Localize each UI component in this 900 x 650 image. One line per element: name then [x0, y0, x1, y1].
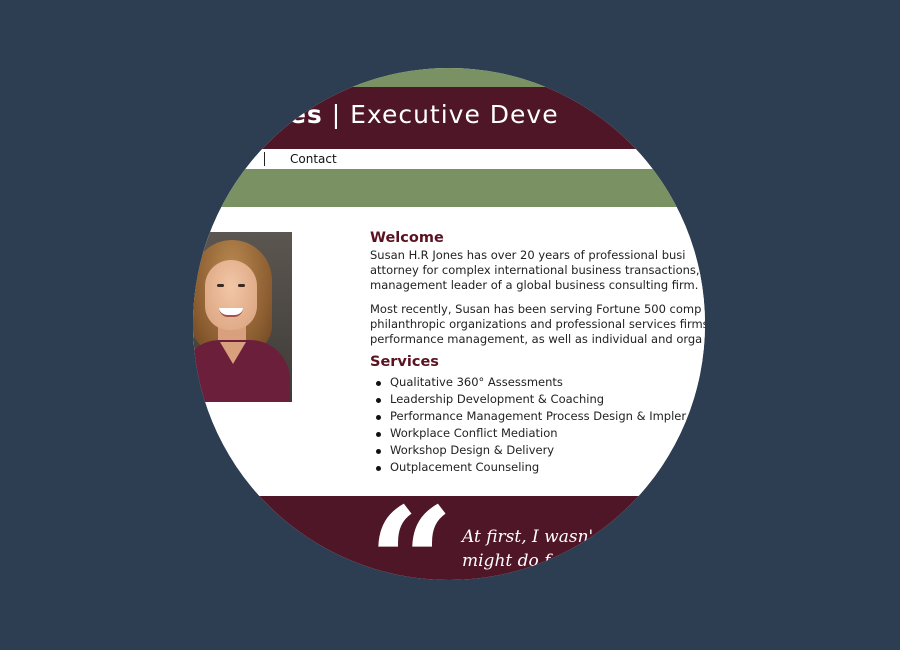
services-list: Qualitative 360° Assessments Leadership …: [376, 374, 686, 476]
welcome-paragraph-1: Susan H.R Jones has over 20 years of pro…: [370, 248, 700, 293]
welcome-p2-line: performance management, as well as indiv…: [370, 332, 703, 346]
site-title[interactable]: ones | Executive Deve: [252, 100, 559, 129]
top-accent-band: [193, 68, 705, 88]
magnifier-lens: ones | Executive Deve Contact Welcome Su…: [193, 68, 705, 580]
services-heading: Services: [370, 354, 439, 370]
welcome-p2-line: philanthropic organizations and professi…: [370, 317, 705, 331]
quote-mark-icon: “: [368, 475, 455, 580]
site-title-subtitle: Executive Deve: [350, 100, 559, 129]
green-banner: [193, 169, 705, 207]
welcome-paragraph-2: Most recently, Susan has been serving Fo…: [370, 302, 705, 347]
welcome-p1-line: Susan H.R Jones has over 20 years of pro…: [370, 248, 686, 262]
testimonial-line-1: At first, I wasn': [462, 527, 594, 547]
welcome-p1-line: management leader of a global business c…: [370, 278, 699, 292]
nav-separator: [264, 152, 265, 166]
welcome-heading: Welcome: [370, 230, 444, 246]
welcome-p2-line: Most recently, Susan has been serving Fo…: [370, 302, 702, 316]
site-title-name: ones: [252, 100, 323, 129]
list-item: Workshop Design & Delivery: [376, 442, 686, 459]
list-item: Outplacement Counseling: [376, 459, 686, 476]
list-item: Leadership Development & Coaching: [376, 391, 686, 408]
nav-link-contact[interactable]: Contact: [290, 152, 337, 166]
list-item: Performance Management Process Design & …: [376, 408, 686, 425]
testimonial-line-2: might do f: [462, 551, 551, 571]
list-item: Workplace Conflict Mediation: [376, 425, 686, 442]
profile-photo: [193, 232, 292, 402]
nav-bar: [193, 149, 705, 169]
site-title-separator: |: [322, 100, 351, 129]
welcome-p1-line: attorney for complex international busin…: [370, 263, 700, 277]
website-page: ones | Executive Deve Contact Welcome Su…: [193, 68, 705, 580]
list-item: Qualitative 360° Assessments: [376, 374, 686, 391]
